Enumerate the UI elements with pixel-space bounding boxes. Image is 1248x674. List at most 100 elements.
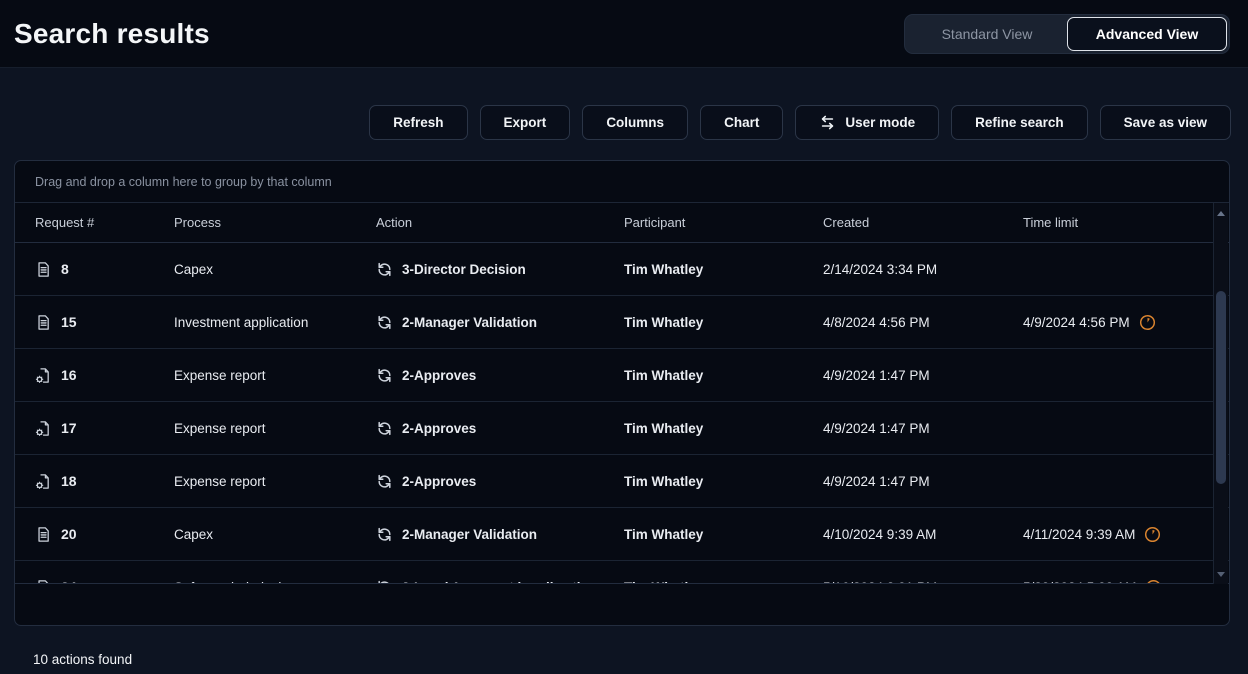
- chart-button[interactable]: Chart: [700, 105, 783, 140]
- refine-search-button[interactable]: Refine search: [951, 105, 1088, 140]
- created-datetime: 5/16/2024 2:01 PM: [823, 580, 937, 585]
- columns-button[interactable]: Columns: [582, 105, 688, 140]
- standard-view-button[interactable]: Standard View: [907, 17, 1067, 51]
- chart-button-label: Chart: [724, 115, 759, 130]
- participant-cell: Tim Whatley: [624, 421, 823, 436]
- group-by-dropzone[interactable]: Drag and drop a column here to group by …: [15, 161, 1229, 203]
- request-number: 16: [61, 367, 77, 383]
- process-cell: Expense report: [174, 421, 376, 436]
- action-name: 2-Approves: [402, 368, 476, 383]
- clock-icon: [1144, 526, 1161, 543]
- process-name: Software helpdesk: [174, 580, 285, 585]
- process-cell: Capex: [174, 527, 376, 542]
- save-as-view-button[interactable]: Save as view: [1100, 105, 1231, 140]
- time-limit-cell: 4/9/2024 4:56 PM: [1023, 314, 1229, 331]
- document-icon: [35, 261, 52, 278]
- view-toggle: Standard View Advanced View: [904, 14, 1230, 54]
- scrollbar-thumb[interactable]: [1216, 291, 1226, 484]
- scroll-up-arrow-icon[interactable]: [1214, 205, 1228, 221]
- gear-document-icon: [35, 420, 52, 437]
- column-header-action[interactable]: Action: [376, 215, 624, 230]
- sync-arrows-icon: [376, 261, 393, 278]
- action-cell: 2-Approves: [376, 473, 624, 490]
- column-header-participant[interactable]: Participant: [624, 215, 823, 230]
- request-number: 20: [61, 526, 77, 542]
- participant-cell: Tim Whatley: [624, 580, 823, 585]
- request-number: 24: [61, 579, 77, 584]
- process-cell: Expense report: [174, 368, 376, 383]
- table-row[interactable]: 20 Capex 2-Manager Validation Tim Whatle…: [15, 508, 1229, 561]
- created-cell: 4/9/2024 1:47 PM: [823, 474, 1023, 489]
- table-header-row: Request # Process Action Participant Cre…: [15, 203, 1229, 243]
- process-cell: Expense report: [174, 474, 376, 489]
- action-cell: 3-Director Decision: [376, 261, 624, 278]
- clock-icon: [1139, 314, 1156, 331]
- process-name: Capex: [174, 262, 213, 277]
- participant-name: Tim Whatley: [624, 368, 703, 383]
- toolbar: Refresh Export Columns Chart User mode R…: [0, 68, 1248, 140]
- column-header-request[interactable]: Request #: [35, 215, 174, 230]
- request-number-cell: 24: [35, 579, 174, 585]
- page-title: Search results: [14, 18, 210, 50]
- table-row[interactable]: 24 Software helpdesk 2-Level 1 support h…: [15, 561, 1229, 584]
- table-row[interactable]: 17 Expense report 2-Approves Tim Whatley…: [15, 402, 1229, 455]
- process-cell: Investment application: [174, 315, 376, 330]
- participant-name: Tim Whatley: [624, 527, 703, 542]
- process-name: Investment application: [174, 315, 308, 330]
- participant-cell: Tim Whatley: [624, 368, 823, 383]
- column-header-created[interactable]: Created: [823, 215, 1023, 230]
- user-mode-button-label: User mode: [845, 115, 915, 130]
- participant-cell: Tim Whatley: [624, 315, 823, 330]
- action-cell: 2-Manager Validation: [376, 314, 624, 331]
- save-as-view-button-label: Save as view: [1124, 115, 1207, 130]
- request-number-cell: 20: [35, 526, 174, 543]
- sync-arrows-icon: [376, 579, 393, 585]
- table-row[interactable]: 8 Capex 3-Director Decision Tim Whatley …: [15, 243, 1229, 296]
- time-limit-datetime: 4/11/2024 9:39 AM: [1023, 527, 1135, 542]
- export-button[interactable]: Export: [480, 105, 571, 140]
- action-name: 2-Approves: [402, 421, 476, 436]
- process-name: Expense report: [174, 368, 266, 383]
- clock-icon: [1145, 579, 1162, 585]
- action-cell: 2-Level 1 support handles the: [376, 579, 624, 585]
- action-cell: 2-Approves: [376, 367, 624, 384]
- table-row[interactable]: 16 Expense report 2-Approves Tim Whatley…: [15, 349, 1229, 402]
- request-number-cell: 15: [35, 314, 174, 331]
- gear-document-icon: [35, 367, 52, 384]
- refresh-button[interactable]: Refresh: [369, 105, 467, 140]
- columns-button-label: Columns: [606, 115, 664, 130]
- group-by-hint: Drag and drop a column here to group by …: [35, 175, 332, 189]
- results-count: 10 actions found: [0, 626, 1248, 667]
- created-datetime: 4/8/2024 4:56 PM: [823, 315, 930, 330]
- action-name: 2-Level 1 support handles the: [402, 580, 593, 585]
- participant-cell: Tim Whatley: [624, 527, 823, 542]
- column-header-time-limit[interactable]: Time limit: [1023, 215, 1213, 230]
- participant-cell: Tim Whatley: [624, 474, 823, 489]
- created-cell: 5/16/2024 2:01 PM: [823, 580, 1023, 585]
- scroll-down-arrow-icon[interactable]: [1214, 566, 1228, 582]
- created-cell: 4/10/2024 9:39 AM: [823, 527, 1023, 542]
- created-datetime: 4/10/2024 9:39 AM: [823, 527, 936, 542]
- table-row[interactable]: 15 Investment application 2-Manager Vali…: [15, 296, 1229, 349]
- participant-name: Tim Whatley: [624, 315, 703, 330]
- user-mode-button[interactable]: User mode: [795, 105, 939, 140]
- action-name: 2-Manager Validation: [402, 315, 537, 330]
- table-row[interactable]: 18 Expense report 2-Approves Tim Whatley…: [15, 455, 1229, 508]
- process-cell: Software helpdesk: [174, 580, 376, 585]
- request-number-cell: 8: [35, 261, 174, 278]
- advanced-view-button[interactable]: Advanced View: [1067, 17, 1227, 51]
- column-header-process[interactable]: Process: [174, 215, 376, 230]
- top-bar: Search results Standard View Advanced Vi…: [0, 0, 1248, 68]
- created-cell: 4/8/2024 4:56 PM: [823, 315, 1023, 330]
- request-number: 17: [61, 420, 77, 436]
- gear-document-icon: [35, 473, 52, 490]
- sync-arrows-icon: [376, 420, 393, 437]
- action-name: 2-Approves: [402, 474, 476, 489]
- refresh-button-label: Refresh: [393, 115, 443, 130]
- sync-arrows-icon: [376, 473, 393, 490]
- created-datetime: 4/9/2024 1:47 PM: [823, 421, 930, 436]
- created-datetime: 4/9/2024 1:47 PM: [823, 368, 930, 383]
- request-number: 18: [61, 473, 77, 489]
- request-number-cell: 17: [35, 420, 174, 437]
- vertical-scrollbar[interactable]: [1213, 203, 1228, 584]
